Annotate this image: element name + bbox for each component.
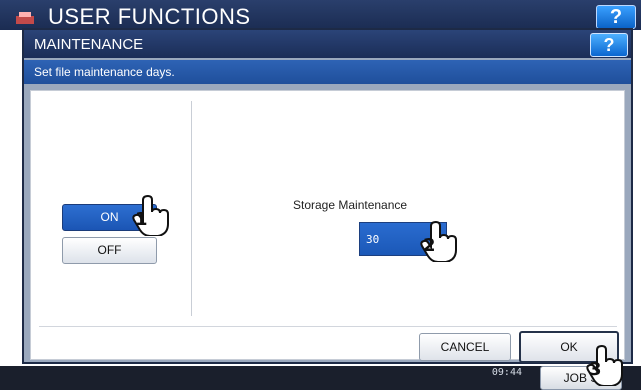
message-text: Set file maintenance days. [34,65,175,79]
dialog-title: MAINTENANCE [34,36,144,53]
hand-pointer-icon: 2 [420,220,457,262]
background-title-bar: USER FUNCTIONS ? [0,0,641,30]
help-button[interactable]: ? [590,33,628,57]
dialog-title-bar: MAINTENANCE ? [24,30,631,58]
cancel-button[interactable]: CANCEL [419,333,511,361]
step-1-badge: 1 [135,209,148,230]
step-2-badge: 2 [423,235,436,256]
user-functions-icon [16,12,34,24]
step-3-badge: 3 [589,359,602,380]
background-title: USER FUNCTIONS [48,4,251,29]
message-bar: Set file maintenance days. [24,60,631,84]
clock-time: 09:44 [491,367,522,378]
hand-pointer-icon: 3 [586,344,623,386]
vertical-divider [191,101,192,316]
maintenance-dialog: MAINTENANCE ? Set file maintenance days.… [22,28,633,364]
hand-pointer-icon: 1 [132,194,169,236]
storage-maintenance-label: Storage Maintenance [293,198,408,212]
off-button[interactable]: OFF [62,237,157,264]
background-help-button[interactable]: ? [596,5,636,29]
horizontal-divider [39,326,617,327]
storage-maintenance-value: 30 [366,233,380,246]
dialog-content: ON OFF Storage Maintenance 30 CANCEL OK [30,90,625,363]
